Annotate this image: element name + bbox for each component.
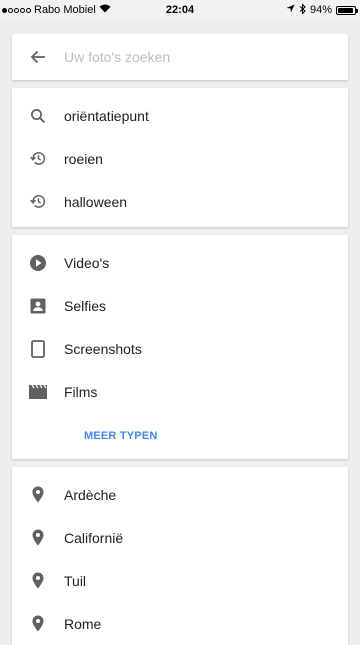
type-label: Selfies (64, 297, 107, 314)
place-label: Rome (64, 615, 102, 632)
suggestions-list: oriëntatiepunt roeien halloween (12, 88, 348, 227)
place-icon (12, 529, 64, 546)
place-label: Californië (64, 529, 124, 546)
place-rome[interactable]: Rome (12, 602, 348, 645)
status-left: Rabo Mobiel (2, 4, 111, 16)
back-arrow-icon (30, 50, 45, 64)
place-californie[interactable]: Californië (12, 516, 348, 559)
location-arrow-icon (286, 4, 295, 16)
history-label: halloween (64, 193, 128, 210)
screenshot-icon (12, 339, 64, 358)
place-tuil[interactable]: Tuil (12, 559, 348, 602)
battery-level (338, 7, 354, 13)
battery-icon (336, 5, 358, 15)
film-icon (12, 384, 64, 399)
places-list: Ardèche Californië Tuil Rome (12, 467, 348, 645)
place-label: Tuil (64, 572, 87, 589)
place-label: Ardèche (64, 486, 117, 503)
type-label: Films (64, 383, 98, 400)
types-list: Video's Selfies Screenshots Films MEER T… (12, 235, 348, 459)
suggestion-label: oriëntatiepunt (64, 107, 149, 124)
selfie-icon (12, 298, 64, 314)
search-icon (12, 108, 64, 124)
type-videos[interactable]: Video's (12, 241, 348, 284)
suggestion-landmark[interactable]: oriëntatiepunt (12, 94, 348, 137)
wifi-icon (99, 4, 111, 16)
type-selfies[interactable]: Selfies (12, 284, 348, 327)
place-icon (12, 615, 64, 632)
type-label: Screenshots (64, 340, 142, 357)
type-label: Video's (64, 254, 110, 271)
history-item-halloween[interactable]: halloween (12, 180, 348, 223)
place-icon (12, 572, 64, 589)
search-bar (12, 34, 348, 80)
more-types-row: MEER TYPEN (12, 413, 348, 459)
carrier-name: Rabo Mobiel (34, 4, 96, 16)
history-item-roeien[interactable]: roeien (12, 137, 348, 180)
search-input[interactable] (64, 49, 348, 65)
history-icon (12, 193, 64, 210)
status-right: 94% (286, 2, 358, 17)
place-icon (12, 486, 64, 503)
place-ardeche[interactable]: Ardèche (12, 473, 348, 516)
status-bar: Rabo Mobiel 22:04 94% (0, 0, 360, 20)
type-films[interactable]: Films (12, 370, 348, 413)
signal-strength-icon (2, 7, 31, 13)
type-screenshots[interactable]: Screenshots (12, 327, 348, 370)
history-label: roeien (64, 150, 103, 167)
bluetooth-icon (299, 2, 306, 17)
more-types-link[interactable]: MEER TYPEN (84, 430, 158, 442)
history-icon (12, 150, 64, 167)
battery-percent: 94% (309, 4, 332, 16)
video-icon (12, 254, 64, 272)
back-button[interactable] (12, 34, 64, 80)
